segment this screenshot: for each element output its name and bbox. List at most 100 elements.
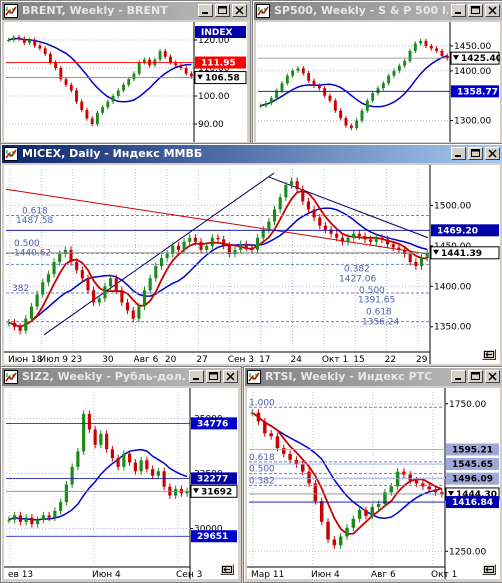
candle-body [12, 37, 16, 40]
date-scale-icon [222, 566, 232, 573]
candle-body [33, 40, 37, 46]
close-button[interactable] [485, 4, 500, 17]
axis-tick-label: 1350.00 [434, 323, 471, 333]
chart-window-sp500[interactable]: SP500, Weekly - S & P 500 I... 1450.00 14… [252, 0, 502, 146]
candle-body [82, 414, 86, 452]
date-scale-icon [484, 566, 494, 573]
title-bar[interactable]: RTSI, Weekly - Индекс РТС [245, 368, 502, 386]
axis-tick-label: 1300.00 [454, 117, 491, 127]
fibonacci-label: 382 [12, 284, 29, 294]
candle-body [244, 244, 248, 248]
close-button[interactable] [485, 147, 500, 160]
minimize-button[interactable] [451, 370, 466, 383]
candle-body [106, 101, 110, 108]
candle-body [110, 449, 114, 459]
chart-window-rtsi[interactable]: RTSI, Weekly - Индекс РТС 1750.001500.00… [243, 366, 502, 583]
axis-tick-label: 1500.00 [434, 201, 471, 211]
title-bar[interactable]: BRENT, Weekly - BRENT [2, 2, 249, 20]
window-title: BRENT, Weekly - BRENT [22, 4, 168, 17]
candle-body [188, 237, 192, 242]
minimize-button[interactable] [198, 4, 213, 17]
date-label: Авг 6 [134, 355, 159, 364]
chart-area[interactable]: 120.00 110.00 100.00 90.00 INDEX 111.95 106.58 [4, 22, 247, 142]
candle-body [355, 120, 359, 129]
maximize-button[interactable] [468, 147, 483, 160]
candle-body [222, 239, 226, 246]
chart-area[interactable]: 1450.00 1400.00 1300.00 1425.40 1358.77 [256, 22, 500, 142]
candle-body [95, 112, 99, 124]
chart-area[interactable]: 350003250030000ев 13Июн 4Сен 33477632277… [4, 388, 238, 579]
candle-body [47, 515, 51, 518]
chart-area[interactable]: 1750.001500.001250.00Мар 11Июн 4Авг 6Окт… [247, 388, 500, 579]
candle-body [111, 96, 115, 102]
chart-window-brent[interactable]: BRENT, Weekly - BRENT 120.00 110.00 100.00… [0, 0, 251, 146]
candle-body [154, 266, 158, 279]
candle-body [435, 48, 439, 51]
chart-window-micex[interactable]: MICEX, Daily - Индекс ММВБ 1500.001450.0… [0, 143, 502, 368]
candle-body [151, 469, 155, 476]
candle-body [256, 237, 260, 250]
candle-body [269, 433, 273, 437]
maximize-button[interactable] [215, 4, 230, 17]
chart-window-siz2[interactable]: SIZ2, Weekly - Рубль-дол... 350003250030… [0, 366, 242, 583]
price-label: 1441.39 [441, 249, 482, 259]
candle-body [357, 233, 361, 237]
candle-body [137, 306, 141, 319]
candle-body [360, 110, 364, 121]
candle-body [122, 453, 126, 467]
candle-body [189, 73, 193, 77]
close-button[interactable] [485, 370, 500, 383]
candle-body [392, 70, 396, 76]
window-title: MICEX, Daily - Индекс ММВБ [22, 147, 203, 160]
candle-body [193, 237, 197, 242]
candle-body [17, 37, 21, 39]
date-scale-button[interactable] [220, 564, 234, 575]
candle-body [295, 181, 299, 190]
maximize-button[interactable] [468, 4, 483, 17]
minimize-button[interactable] [451, 4, 466, 17]
axis-tick-label: 90.00 [198, 120, 224, 130]
maximize-button[interactable] [468, 370, 483, 383]
maximize-icon [209, 372, 218, 380]
date-scale-button[interactable] [482, 564, 496, 575]
title-bar[interactable]: SP500, Weekly - S & P 500 I... [254, 2, 502, 20]
date-label: 20 [165, 355, 177, 364]
candle-body [165, 253, 169, 258]
candle-body [323, 88, 327, 96]
candle-body [408, 50, 412, 61]
candle-body [7, 519, 11, 521]
price-label: 1469.20 [437, 226, 478, 236]
chart-window-icon [4, 370, 18, 384]
candle-body [312, 80, 316, 86]
price-label: 31692 [201, 487, 232, 497]
candle-body [69, 249, 73, 263]
candle-body [259, 105, 263, 107]
candle-body [263, 421, 267, 434]
close-button[interactable] [232, 4, 247, 17]
candle-body [36, 519, 40, 525]
title-bar[interactable]: SIZ2, Weekly - Рубль-дол... [2, 368, 240, 386]
window-title: SP500, Weekly - S & P 500 I... [274, 4, 448, 17]
close-icon [226, 372, 235, 381]
chart-window-icon [247, 370, 261, 384]
candle-body [145, 460, 149, 470]
candle-body [38, 45, 42, 49]
minimize-button[interactable] [451, 147, 466, 160]
date-label: 15 [353, 355, 364, 364]
maximize-button[interactable] [206, 370, 221, 383]
title-bar[interactable]: MICEX, Daily - Индекс ММВБ [2, 145, 502, 163]
candle-body [46, 274, 50, 283]
date-label: 29 [416, 355, 428, 364]
date-scale-button[interactable] [482, 349, 496, 360]
candle-body [346, 237, 350, 242]
candle-body [163, 51, 167, 57]
close-button[interactable] [223, 370, 238, 383]
candle-body [380, 237, 384, 240]
candle-body [301, 189, 305, 202]
date-label: Июн 4 [92, 570, 121, 579]
candle-body [269, 98, 273, 104]
candle-body [101, 107, 105, 113]
candle-body [376, 504, 381, 508]
minimize-button[interactable] [189, 370, 204, 383]
chart-area[interactable]: 1500.001450.001400.001350.00Июн 18Июл 92… [4, 165, 500, 364]
